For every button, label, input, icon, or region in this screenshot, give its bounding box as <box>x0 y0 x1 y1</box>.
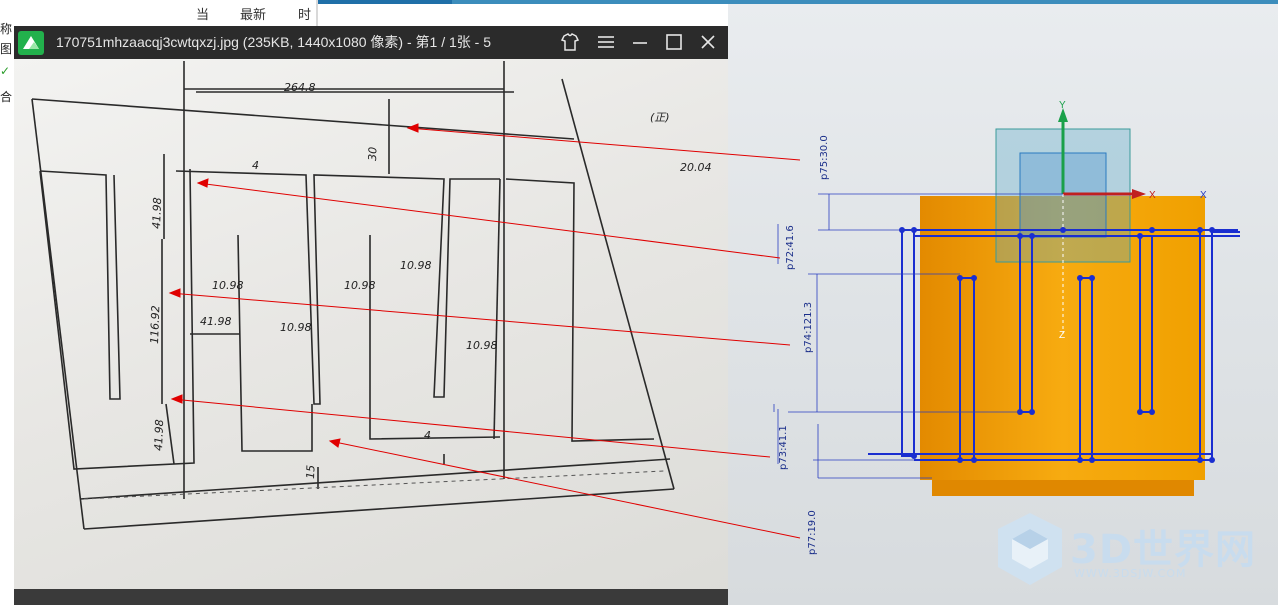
cube-logo-icon <box>998 513 1062 585</box>
sketch-note-corner: (正) <box>650 111 670 124</box>
sketch-dim-116-92: 116.92 <box>148 305 162 344</box>
part-base <box>932 480 1194 496</box>
menu-icon[interactable] <box>594 30 618 54</box>
viewer-image-area[interactable]: 264.8 30 4 41.98 10.98 10.98 10.98 10.98… <box>14 59 728 605</box>
sketch-dim-10-98-e: 10.98 <box>466 339 498 352</box>
sketch-dim-4-top: 4 <box>252 159 259 172</box>
sketch-dim-10-98-a: 10.98 <box>212 279 244 292</box>
watermark: 3D世界网 WWW.3DSJW.COM <box>994 509 1264 595</box>
axis-y-label: Y <box>1059 100 1066 111</box>
side-label-combine: 合 <box>0 90 13 104</box>
viewer-title: 170751mhzaacqj3cwtqxzj.jpg (235KB, 1440x… <box>56 34 492 50</box>
side-label-image: 图 <box>0 42 13 56</box>
sketch-dim-30: 30 <box>366 147 379 161</box>
dim-label-p73[interactable]: p73:41.1 <box>778 425 789 470</box>
sketch-dim-top: 264.8 <box>284 81 316 94</box>
cad-viewport[interactable]: p75:30.0 p72:41.6 p74:121.3 p73:41.1 p77… <box>728 4 1278 605</box>
sketch-dim-41-98-top: 41.98 <box>150 197 164 229</box>
sketch-lines <box>31 61 675 530</box>
axis-x-label: X <box>1149 190 1156 201</box>
dim-label-p72[interactable]: p72:41.6 <box>785 225 796 270</box>
skin-icon[interactable] <box>558 30 582 54</box>
viewer-app-icon <box>18 31 44 55</box>
image-viewer-window[interactable]: 170751mhzaacqj3cwtqxzj.jpg (235KB, 1440x… <box>14 26 728 605</box>
sketch-dim-15: 15 <box>304 465 317 479</box>
sketch-dim-41-98-bot: 41.98 <box>152 419 166 451</box>
viewer-titlebar[interactable]: 170751mhzaacqj3cwtqxzj.jpg (235KB, 1440x… <box>14 26 728 59</box>
minimize-icon[interactable] <box>628 30 652 54</box>
active-tab-indicator <box>318 0 452 4</box>
hand-sketch-photo: 264.8 30 4 41.98 10.98 10.98 10.98 10.98… <box>14 61 728 605</box>
sketch-dim-10-98-c: 10.98 <box>400 259 432 272</box>
watermark-url: WWW.3DSJW.COM <box>1074 567 1187 580</box>
sketch-dim-10-98-b: 10.98 <box>344 279 376 292</box>
side-label-name: 称 <box>0 22 13 36</box>
sketch-note-corner-2: 20.04 <box>680 161 712 174</box>
sketch-dim-10-98-d: 10.98 <box>280 321 312 334</box>
axis-x-label-secondary: X <box>1200 190 1207 201</box>
dim-label-p75[interactable]: p75:30.0 <box>819 135 830 180</box>
axis-z-label: Z <box>1059 330 1065 341</box>
photo-bottom-shadow <box>14 589 728 605</box>
dim-label-p77[interactable]: p77:19.0 <box>807 510 818 555</box>
check-icon: ✓ <box>0 64 11 78</box>
close-icon[interactable] <box>696 30 720 54</box>
maximize-icon[interactable] <box>662 30 686 54</box>
sketch-dim-4-bot: 4 <box>424 429 431 442</box>
sketch-dim-41-98-mid: 41.98 <box>200 315 232 328</box>
dim-label-p74[interactable]: p74:121.3 <box>803 302 814 353</box>
